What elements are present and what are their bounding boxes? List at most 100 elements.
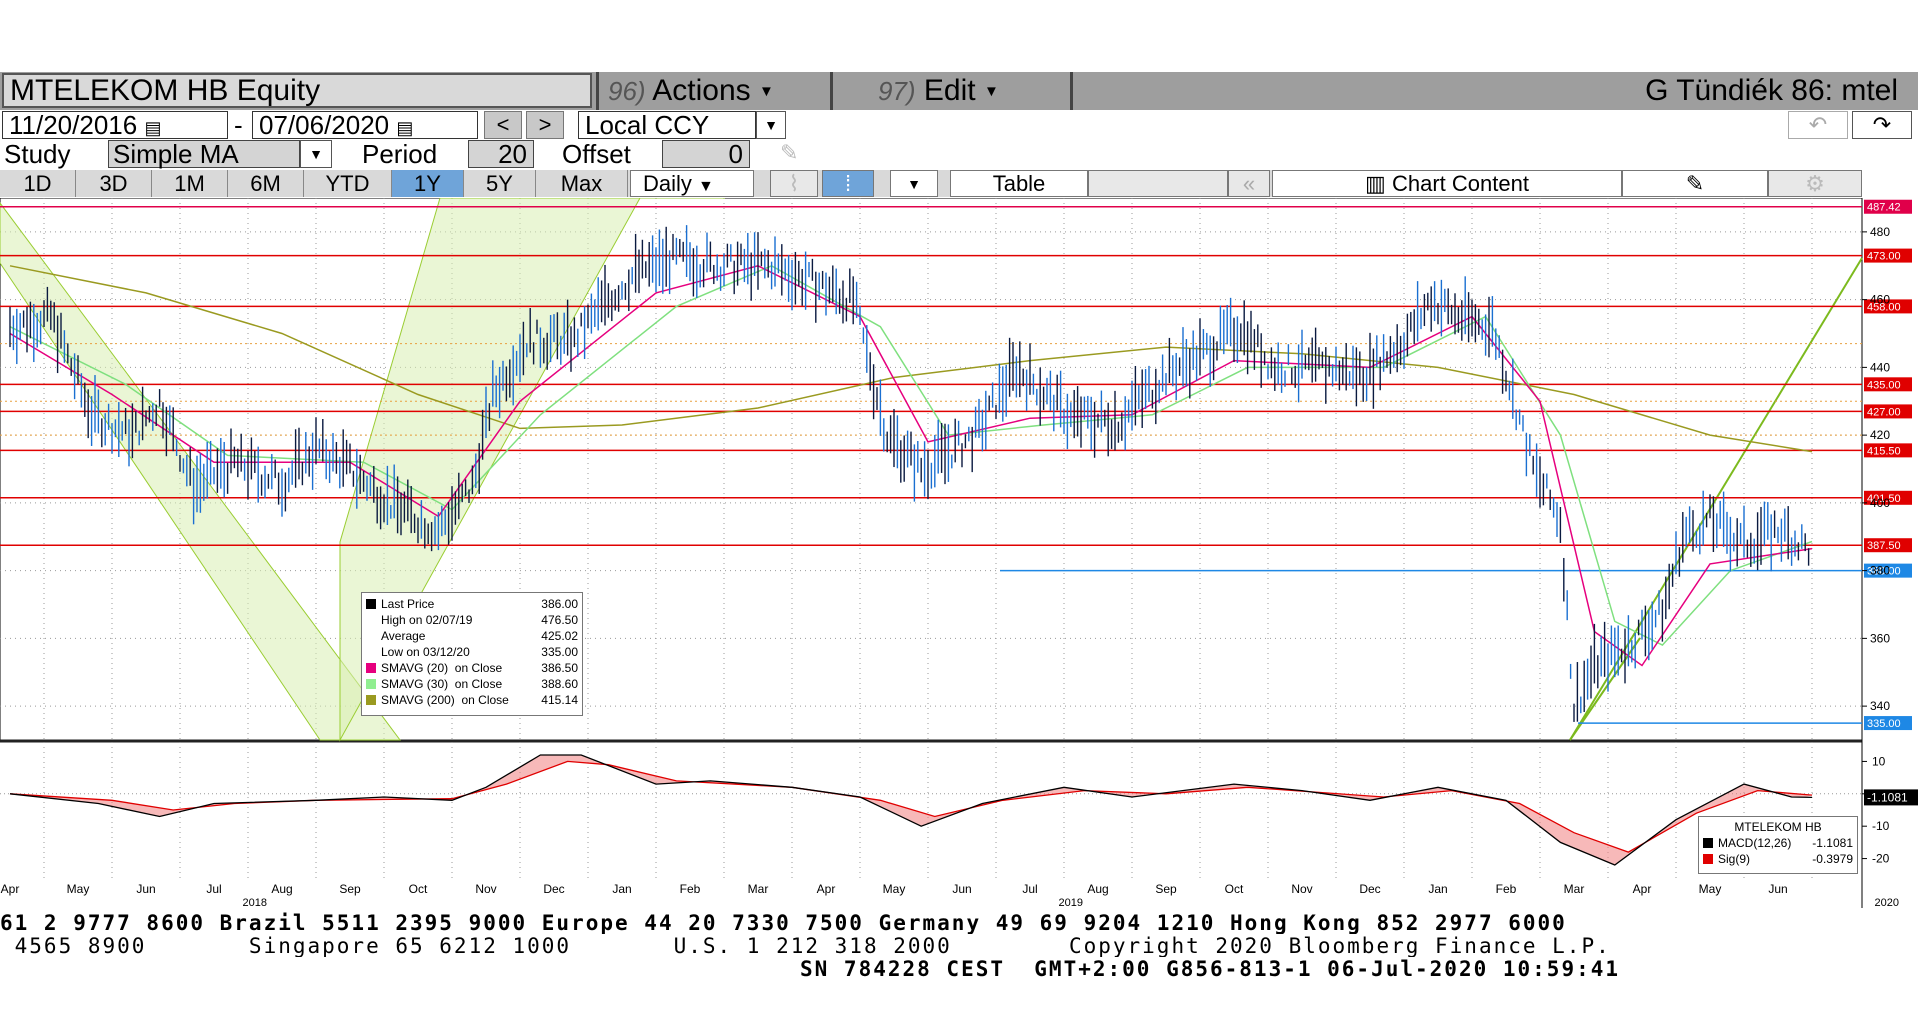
legend-label: MACD(12,26) xyxy=(1718,836,1792,850)
y-tick-label: 340 xyxy=(1870,699,1890,713)
y-tick-label: 360 xyxy=(1870,631,1890,645)
legend-value: -1.1081 xyxy=(1812,836,1853,850)
undo-icon[interactable]: ↶ xyxy=(1788,111,1848,139)
legend-row: Average 425.02 xyxy=(366,628,578,644)
x-year-label: 2019 xyxy=(1059,897,1083,909)
chevron-down-icon: ▼ xyxy=(983,83,999,101)
tab-ytd[interactable]: YTD xyxy=(304,170,392,197)
macd-legend-row: Sig(9) -0.3979 xyxy=(1703,851,1853,867)
blank-tab xyxy=(1088,170,1228,197)
frequency-select[interactable]: Daily ▼ xyxy=(630,170,754,197)
chart-content-button[interactable]: ▥ Chart Content xyxy=(1272,170,1622,197)
redo-icon[interactable]: ↷ xyxy=(1852,111,1912,139)
macd-last-label: -1.1081 xyxy=(1867,790,1908,804)
x-tick-label: Aug xyxy=(1087,882,1108,896)
price-level-label: 427.00 xyxy=(1867,406,1901,418)
currency-select[interactable]: Local CCY xyxy=(578,111,756,139)
offset-label: Offset xyxy=(562,139,631,169)
x-tick-label: Oct xyxy=(409,882,428,896)
legend-label: Sig(9) xyxy=(1718,852,1751,866)
chevron-down-icon[interactable]: ▼ xyxy=(890,170,938,197)
tab-3d[interactable]: 3D xyxy=(76,170,152,197)
edit-menu[interactable]: 97) Edit ▼ xyxy=(878,72,999,110)
price-level-label: 387.50 xyxy=(1867,540,1901,552)
price-chart[interactable]: 487.42473.00458.00435.00427.00415.50401.… xyxy=(0,198,1918,918)
menu-separator xyxy=(1070,72,1073,110)
user-label: G Tündiék 86: mtel xyxy=(1645,74,1898,107)
macd-legend-row: MACD(12,26) -1.1081 xyxy=(1703,835,1853,851)
x-tick-label: Apr xyxy=(1,882,20,896)
macd-legend-title: MTELEKOM HB xyxy=(1734,820,1822,834)
bar-chart-icon[interactable]: ⁞ xyxy=(822,170,874,197)
tab-5y[interactable]: 5Y xyxy=(464,170,536,197)
tab-1d[interactable]: 1D xyxy=(0,170,76,197)
menu-separator xyxy=(596,72,599,110)
x-tick-label: Feb xyxy=(1496,882,1517,896)
x-tick-label: Feb xyxy=(680,882,701,896)
x-tick-label: Jan xyxy=(1428,882,1447,896)
actions-number: 96) xyxy=(608,76,646,106)
legend-swatch xyxy=(1703,838,1713,848)
legend-label: SMAVG (20) on Close xyxy=(381,661,503,675)
pencil-icon[interactable]: ✎ xyxy=(780,140,798,166)
x-year-label: 2020 xyxy=(1875,897,1899,909)
study-select[interactable]: Simple MA xyxy=(108,140,300,168)
price-level-label: 473.00 xyxy=(1867,251,1901,263)
currency-value: Local CCY xyxy=(585,110,710,140)
gear-icon[interactable]: ⚙ xyxy=(1768,170,1862,197)
legend-swatch xyxy=(366,599,376,609)
calendar-icon[interactable]: ▤ xyxy=(396,118,413,138)
chart-content-icon: ▥ xyxy=(1365,171,1386,196)
x-year-label: 2018 xyxy=(243,897,267,909)
legend-row: SMAVG (30) on Close 388.60 xyxy=(366,676,578,692)
actions-menu[interactable]: 96) Actions ▼ xyxy=(608,72,774,110)
tab-1m[interactable]: 1M xyxy=(152,170,228,197)
caret-down-icon: ▼ xyxy=(698,178,714,195)
legend-swatch xyxy=(366,663,376,673)
double-chevron-left-icon[interactable]: « xyxy=(1228,170,1270,197)
price-legend: Last Price 386.00 High on 02/07/19 476.50 Av… xyxy=(361,592,583,716)
x-tick-label: Aug xyxy=(271,882,292,896)
legend-value: 386.00 xyxy=(541,597,578,611)
legend-swatch xyxy=(366,695,376,705)
y-tick-label: 400 xyxy=(1870,496,1890,510)
x-tick-label: Mar xyxy=(1564,882,1585,896)
chevron-down-icon[interactable]: ▼ xyxy=(300,140,332,168)
tab-max[interactable]: Max xyxy=(536,170,628,197)
x-tick-label: Jan xyxy=(612,882,631,896)
calendar-icon[interactable]: ▤ xyxy=(144,118,161,138)
prev-button[interactable]: < xyxy=(484,111,522,139)
x-tick-label: May xyxy=(67,882,90,896)
annotate-icon[interactable]: ✎ xyxy=(1622,170,1768,197)
start-date-field[interactable]: 11/20/2016 ▤ xyxy=(2,111,228,139)
x-tick-label: Apr xyxy=(817,882,836,896)
period-input[interactable]: 20 xyxy=(468,140,534,168)
x-tick-label: May xyxy=(1699,882,1722,896)
edit-number: 97) xyxy=(878,76,916,106)
legend-label: Last Price xyxy=(381,597,435,611)
chevron-down-icon[interactable]: ▼ xyxy=(756,111,786,139)
chevron-down-icon: ▼ xyxy=(759,83,774,101)
study-label: Study xyxy=(4,139,71,169)
legend-value: 335.00 xyxy=(541,645,578,659)
legend-label: High on 02/07/19 xyxy=(381,613,473,627)
legend-value: -0.3979 xyxy=(1812,852,1853,866)
x-tick-label: Jun xyxy=(952,882,971,896)
legend-value: 476.50 xyxy=(541,613,578,627)
table-button[interactable]: Table xyxy=(950,170,1088,197)
line-chart-icon[interactable]: ⌇ xyxy=(770,170,818,197)
y-tick-label: 480 xyxy=(1870,225,1890,239)
x-tick-label: Oct xyxy=(1225,882,1244,896)
tab-6m[interactable]: 6M xyxy=(228,170,304,197)
legend-swatch xyxy=(1703,854,1713,864)
tab-1y[interactable]: 1Y xyxy=(392,170,464,197)
chart-axes: Apr May Jun Jul Aug Sep Oct Nov Dec Jan Feb Mar Apr M… xyxy=(1,225,1918,909)
end-date-field[interactable]: 07/06/2020 ▤ xyxy=(252,111,478,139)
x-tick-label: Sep xyxy=(339,882,361,896)
x-tick-label: Jul xyxy=(206,882,221,896)
ticker-field[interactable]: MTELEKOM HB Equity xyxy=(2,73,592,108)
x-tick-label: May xyxy=(883,882,906,896)
offset-input[interactable]: 0 xyxy=(662,140,750,168)
legend-value: 388.60 xyxy=(541,677,578,691)
next-button[interactable]: > xyxy=(526,111,564,139)
